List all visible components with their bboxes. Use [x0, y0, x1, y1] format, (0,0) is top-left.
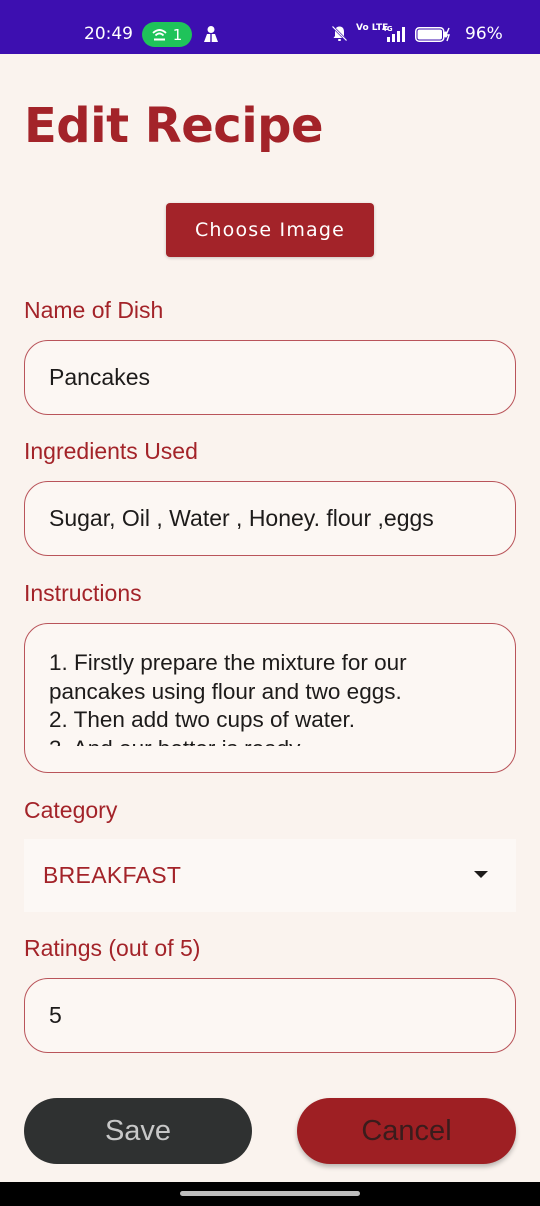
category-selected-value: BREAKFAST [43, 862, 182, 888]
hotspot-count: 1 [172, 25, 183, 44]
ingredients-input[interactable]: Sugar, Oil , Water , Honey. flour ,eggs [24, 481, 516, 556]
battery-percent: 96% [465, 24, 503, 44]
dish-name-input[interactable]: Pancakes [24, 340, 516, 415]
navigation-bar [0, 1182, 540, 1206]
person-icon [204, 26, 218, 42]
category-dropdown[interactable]: BREAKFAST [24, 839, 516, 912]
ratings-label: Ratings (out of 5) [24, 935, 201, 961]
instructions-value: 1. Firstly prepare the mixture for our p… [49, 650, 407, 746]
status-bar: 20:49 1 Vo LTE 4G 96% [0, 0, 540, 54]
category-label: Category [24, 797, 118, 823]
hotspot-icon [152, 29, 167, 41]
ratings-value: 5 [49, 1002, 62, 1028]
choose-image-button[interactable]: Choose Image [166, 203, 374, 257]
ingredients-label: Ingredients Used [24, 438, 198, 464]
save-button[interactable]: Save [24, 1098, 252, 1164]
page-title: Edit Recipe [24, 98, 324, 154]
svg-text:4G: 4G [382, 25, 393, 33]
home-indicator[interactable] [180, 1191, 360, 1196]
hotspot-indicator: 1 [142, 22, 192, 47]
signal-icon: 4G [382, 25, 405, 42]
dish-name-value: Pancakes [49, 364, 151, 390]
status-time: 20:49 [84, 24, 133, 44]
ingredients-value: Sugar, Oil , Water , Honey. flour ,eggs [49, 505, 434, 531]
instructions-label: Instructions [24, 580, 142, 606]
bell-off-icon [331, 25, 348, 42]
dropdown-arrow-icon [474, 871, 488, 878]
instructions-textarea[interactable]: 1. Firstly prepare the mixture for our p… [24, 623, 516, 773]
battery-charging-icon [415, 27, 450, 42]
dish-name-label: Name of Dish [24, 297, 164, 323]
ratings-input[interactable]: 5 [24, 978, 516, 1053]
cancel-button[interactable]: Cancel [297, 1098, 516, 1164]
